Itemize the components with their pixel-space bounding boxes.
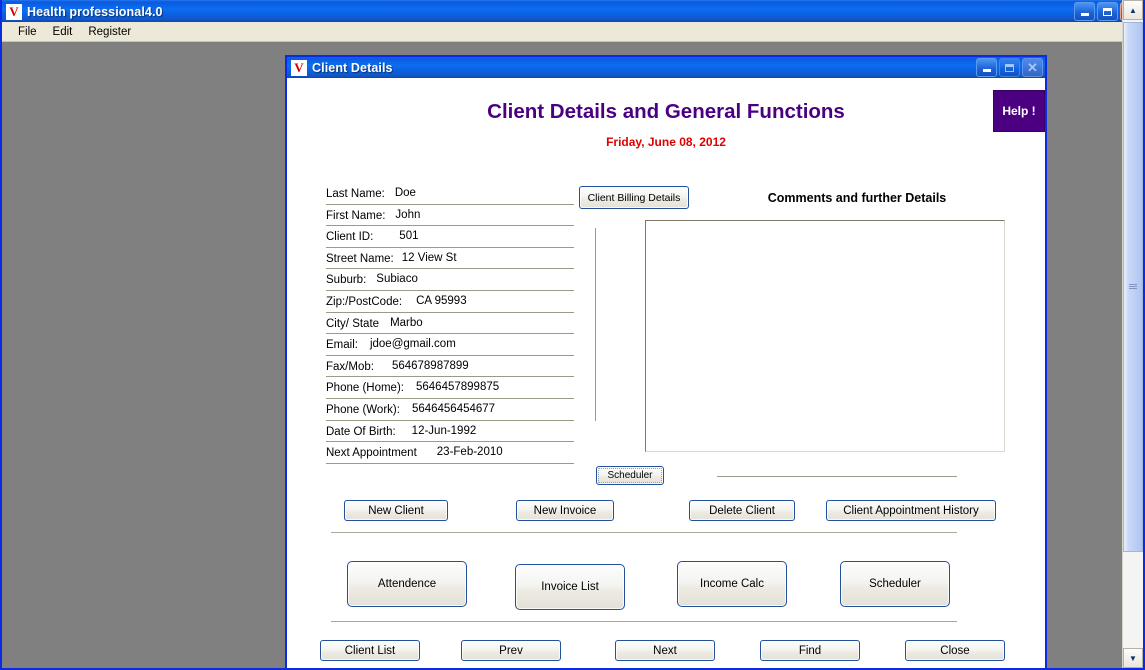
field-value: 5646457899875 [415,381,500,394]
app-logo-icon: V [6,3,22,20]
form-row-email[interactable]: Email: jdoe@gmail.com [326,334,574,356]
mdi-client-area: V Client Details ✕ Help ! Client Details… [2,43,1143,668]
field-value: CA 95993 [416,295,467,308]
main-window-titlebar: V Health professional4.0 ✕ [2,0,1143,22]
client-details-content: Help ! Client Details and General Functi… [287,78,1045,668]
form-row-next-appointment[interactable]: Next Appointment 23-Feb-2010 [326,442,574,464]
field-label: Email: [326,339,358,352]
field-value: 12 View St [401,251,457,264]
menu-item-edit[interactable]: Edit [45,24,81,40]
app-logo-icon: V [291,59,307,76]
scheduler-small-button[interactable]: Scheduler [596,466,664,485]
minimize-button[interactable] [976,58,997,77]
income-calc-button[interactable]: Income Calc [677,561,787,607]
horizontal-divider-middle [331,532,957,533]
form-row-first-name[interactable]: First Name: John [326,205,574,227]
form-row-client-id[interactable]: Client ID: 501 [326,226,574,248]
maximize-button[interactable] [1097,2,1118,21]
form-row-fax-mob[interactable]: Fax/Mob: 564678987899 [326,356,574,378]
prev-button[interactable]: Prev [461,640,561,661]
scrollbar-track[interactable] [1123,20,1143,648]
client-billing-details-button[interactable]: Client Billing Details [579,186,689,209]
field-value: 564678987899 [391,359,469,372]
form-row-city-state[interactable]: City/ State Marbo [326,313,574,335]
scroll-down-icon[interactable]: ▼ [1123,648,1143,668]
close-button[interactable]: ✕ [1022,58,1043,77]
attendence-button[interactable]: Attendence [347,561,467,607]
field-value: 501 [399,230,419,243]
field-label: Next Appointment [326,447,417,460]
field-label: Street Name: [326,252,394,265]
client-window-titlebar: V Client Details ✕ [287,57,1045,78]
field-value: Subiaco [376,273,418,286]
main-application-window: V Health professional4.0 ✕ File Edit Reg… [0,0,1145,670]
new-invoice-button[interactable]: New Invoice [516,500,614,521]
menu-item-register[interactable]: Register [80,24,139,40]
field-label: Fax/Mob: [326,360,374,373]
client-list-button[interactable]: Client List [320,640,420,661]
field-label: Suburb: [326,274,367,287]
client-form: Last Name: Doe First Name: John Client I… [326,183,574,464]
field-value: 5646456454677 [411,403,496,416]
main-window-title: Health professional4.0 [27,4,163,19]
field-value: Marbo [390,316,423,329]
minimize-button[interactable] [1074,2,1095,21]
page-title: Client Details and General Functions [487,100,845,123]
delete-client-button[interactable]: Delete Client [689,500,795,521]
field-value: jdoe@gmail.com [369,338,456,351]
vertical-scrollbar[interactable]: ▲ ▼ [1122,0,1143,668]
form-row-last-name[interactable]: Last Name: Doe [326,183,574,205]
comments-textarea-container [645,220,1005,452]
scrollbar-thumb[interactable] [1123,22,1143,552]
form-row-suburb[interactable]: Suburb: Subiaco [326,269,574,291]
client-appointment-history-button[interactable]: Client Appointment History [826,500,996,521]
field-label: First Name: [326,209,386,222]
form-row-zip-postcode[interactable]: Zip:/PostCode: CA 95993 [326,291,574,313]
field-label: Client ID: [326,231,374,244]
field-value: 12-Jun-1992 [411,424,477,437]
maximize-button[interactable] [999,58,1020,77]
vertical-divider [595,228,596,421]
find-button[interactable]: Find [760,640,860,661]
client-details-window: V Client Details ✕ Help ! Client Details… [285,55,1047,668]
field-label: Zip:/PostCode: [326,296,403,309]
comments-section-label: Comments and further Details [767,191,947,205]
scrollbar-grip-icon [1129,284,1137,290]
close-button[interactable]: Close [905,640,1005,661]
menu-item-file[interactable]: File [10,24,45,40]
main-menubar: File Edit Register [2,22,1143,42]
field-label: Phone (Work): [326,404,400,417]
scroll-up-icon[interactable]: ▲ [1123,0,1143,20]
field-label: Phone (Home): [326,382,404,395]
field-value: John [395,208,421,221]
next-button[interactable]: Next [615,640,715,661]
invoice-list-button[interactable]: Invoice List [515,564,625,610]
field-label: Last Name: [326,188,385,201]
comments-input[interactable] [646,221,1004,451]
current-date-label: Friday, June 08, 2012 [606,135,726,149]
horizontal-divider-top [717,476,957,477]
field-value: 23-Feb-2010 [436,446,503,459]
client-window-title: Client Details [312,60,393,75]
form-row-phone-work[interactable]: Phone (Work): 5646456454677 [326,399,574,421]
field-label: Date Of Birth: [326,425,396,438]
form-row-phone-home[interactable]: Phone (Home): 5646457899875 [326,377,574,399]
field-value: Doe [394,187,416,200]
client-window-controls: ✕ [976,58,1043,77]
horizontal-divider-bottom [331,621,957,622]
form-row-date-of-birth[interactable]: Date Of Birth: 12-Jun-1992 [326,421,574,443]
form-row-street-name[interactable]: Street Name: 12 View St [326,248,574,270]
new-client-button[interactable]: New Client [344,500,448,521]
field-label: City/ State [326,317,380,330]
scheduler-button[interactable]: Scheduler [840,561,950,607]
